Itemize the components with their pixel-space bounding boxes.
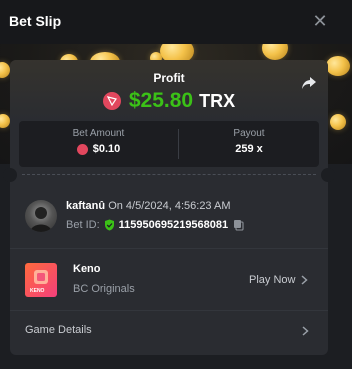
avatar[interactable]	[25, 200, 57, 232]
chevron-right-icon[interactable]	[302, 326, 309, 336]
profit-section: Profit $25.80 TRX	[10, 60, 328, 122]
section-divider	[10, 310, 328, 311]
game-name[interactable]: Keno	[73, 263, 101, 275]
profit-currency: TRX	[199, 90, 236, 111]
ticket-notch-left	[3, 168, 17, 182]
bet-id-value: 115950695219568081	[118, 219, 229, 231]
game-details-link[interactable]: Game Details	[25, 324, 92, 336]
header-bar: Bet Slip ✕	[0, 0, 352, 44]
ticket-notch-right	[321, 168, 335, 182]
dashed-divider	[22, 174, 316, 175]
play-now-label: Play Now	[249, 274, 296, 286]
username[interactable]: kaftanû	[66, 200, 105, 212]
trx-coin-icon	[102, 92, 121, 110]
verified-shield-icon	[104, 219, 114, 231]
profit-label: Profit	[153, 71, 185, 85]
bet-id-label: Bet ID:	[66, 219, 100, 231]
payout-label: Payout	[233, 128, 265, 139]
profit-amount-row: $25.80 TRX	[10, 88, 328, 114]
trx-coin-icon	[76, 143, 88, 155]
game-provider: BC Originals	[73, 283, 135, 295]
share-icon[interactable]	[300, 74, 318, 92]
close-icon[interactable]: ✕	[312, 12, 328, 30]
payout-value: 259 x	[235, 143, 263, 155]
play-now-button[interactable]: Play Now	[249, 274, 309, 286]
bet-amount-row: $0.10	[19, 143, 178, 155]
bet-stats-box: Bet Amount $0.10 Payout 259 x	[19, 121, 319, 167]
chevron-right-icon	[301, 275, 309, 285]
game-thumb-text: KENO	[30, 288, 45, 294]
keno-game-thumbnail[interactable]: KENO	[25, 263, 57, 297]
page-title: Bet Slip	[9, 13, 62, 29]
bet-amount-value: $0.10	[92, 143, 121, 155]
bet-slip-card: Profit $25.80 TRX Bet Amount $0.10 Payou…	[3, 60, 335, 355]
section-divider	[10, 248, 328, 249]
bet-amount-label: Bet Amount	[72, 128, 125, 139]
bet-id-line: Bet ID: 115950695219568081	[66, 219, 244, 231]
bet-datetime: On 4/5/2024, 4:56:23 AM	[108, 200, 231, 212]
copy-icon[interactable]	[233, 219, 244, 231]
profit-amount: $25.80	[128, 89, 194, 112]
bet-user-line: kaftanû On 4/5/2024, 4:56:23 AM	[66, 200, 231, 212]
